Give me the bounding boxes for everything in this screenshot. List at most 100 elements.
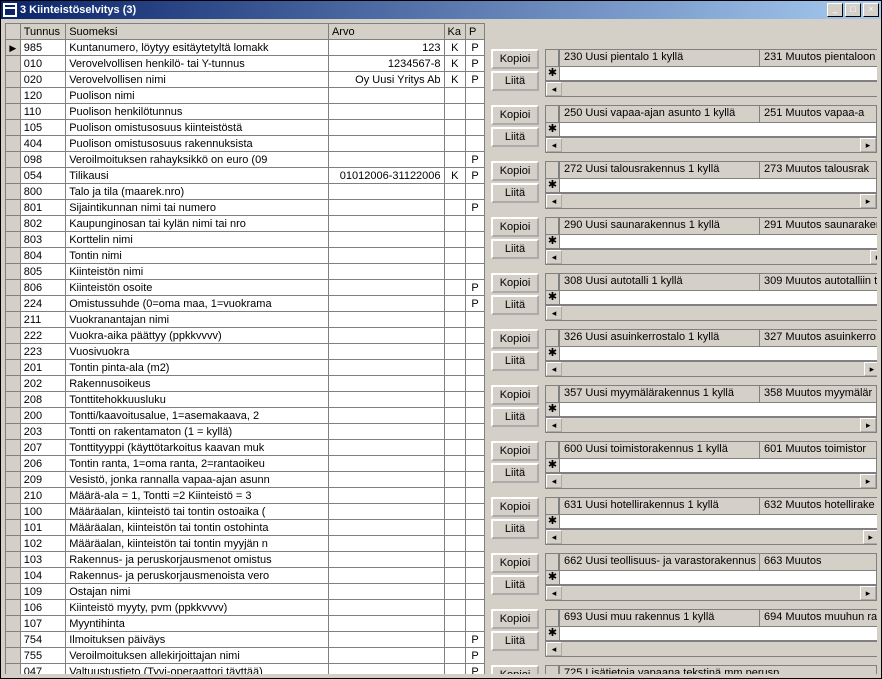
cell-p[interactable]: [466, 616, 485, 632]
section-col1[interactable]: 631 Uusi hotellirakennus 1 kyllä: [559, 497, 759, 515]
row-selector[interactable]: [6, 136, 21, 152]
new-row[interactable]: ✱: [545, 291, 877, 305]
cell-tunnus[interactable]: 202: [20, 376, 66, 392]
table-row[interactable]: 100Määräalan, kiinteistö tai tontin osto…: [6, 504, 485, 520]
cell-suomeksi[interactable]: Tontin ranta, 1=oma ranta, 2=rantaoikeu: [66, 456, 329, 472]
cell-arvo[interactable]: [328, 376, 444, 392]
cell-tunnus[interactable]: 206: [20, 456, 66, 472]
cell-p[interactable]: P: [466, 168, 485, 184]
table-row[interactable]: 404Puolison omistusosuus rakennuksista: [6, 136, 485, 152]
cell-p[interactable]: [466, 520, 485, 536]
col-suomeksi[interactable]: Suomeksi: [66, 24, 329, 40]
col-arvo[interactable]: Arvo: [328, 24, 444, 40]
cell-suomeksi[interactable]: Veroilmoituksen rahayksikkö on euro (09: [66, 152, 329, 168]
section-col2[interactable]: 291 Muutos saunaraken: [759, 217, 877, 235]
cell-k[interactable]: K: [444, 40, 466, 56]
table-row[interactable]: 801Sijaintikunnan nimi tai numeroP: [6, 200, 485, 216]
section-col1[interactable]: 230 Uusi pientalo 1 kyllä: [559, 49, 759, 67]
cell-tunnus[interactable]: 803: [20, 232, 66, 248]
cell-tunnus[interactable]: 110: [20, 104, 66, 120]
cell-arvo[interactable]: Oy Uusi Yritys Ab: [328, 72, 444, 88]
cell-k[interactable]: [444, 520, 466, 536]
new-row[interactable]: ✱: [545, 235, 877, 249]
horizontal-scrollbar[interactable]: ◂▸: [545, 585, 877, 601]
scroll-right-icon[interactable]: ▸: [860, 138, 876, 152]
table-row[interactable]: 803Korttelin nimi: [6, 232, 485, 248]
cell-suomeksi[interactable]: Kuntanumero, löytyy esitäytetyltä lomakk: [66, 40, 329, 56]
cell-tunnus[interactable]: 802: [20, 216, 66, 232]
cell-tunnus[interactable]: 109: [20, 584, 66, 600]
cell-k[interactable]: [444, 312, 466, 328]
cell-arvo[interactable]: [328, 312, 444, 328]
kopioi-button[interactable]: Kopioi: [491, 161, 539, 181]
cell-k[interactable]: [444, 456, 466, 472]
section-col2[interactable]: 327 Muutos asuinkerro: [759, 329, 877, 347]
cell-arvo[interactable]: [328, 232, 444, 248]
row-selector[interactable]: [6, 440, 21, 456]
cell-suomeksi[interactable]: Tilikausi: [66, 168, 329, 184]
cell-arvo[interactable]: 01012006-31122006: [328, 168, 444, 184]
cell-k[interactable]: [444, 408, 466, 424]
table-row[interactable]: 106Kiinteistö myyty, pvm (ppkkvvvv): [6, 600, 485, 616]
row-selector[interactable]: [6, 424, 21, 440]
cell-p[interactable]: [466, 232, 485, 248]
table-row[interactable]: 107Myyntihinta: [6, 616, 485, 632]
cell-k[interactable]: [444, 552, 466, 568]
cell-arvo[interactable]: [328, 424, 444, 440]
cell-p[interactable]: [466, 600, 485, 616]
cell-k[interactable]: [444, 440, 466, 456]
cell-k[interactable]: K: [444, 168, 466, 184]
cell-tunnus[interactable]: 010: [20, 56, 66, 72]
cell-tunnus[interactable]: 754: [20, 632, 66, 648]
cell-k[interactable]: [444, 648, 466, 664]
row-selector[interactable]: [6, 584, 21, 600]
table-row[interactable]: 203Tontti on rakentamaton (1 = kyllä): [6, 424, 485, 440]
row-selector[interactable]: [6, 56, 21, 72]
horizontal-scrollbar[interactable]: ◂▸: [545, 641, 877, 657]
col-p[interactable]: P: [466, 24, 485, 40]
table-row[interactable]: 109Ostajan nimi: [6, 584, 485, 600]
cell-arvo[interactable]: [328, 200, 444, 216]
cell-tunnus[interactable]: 211: [20, 312, 66, 328]
row-selector[interactable]: [6, 216, 21, 232]
cell-p[interactable]: P: [466, 200, 485, 216]
section-col2[interactable]: 694 Muutos muuhun rake: [759, 609, 877, 627]
new-row[interactable]: ✱: [545, 459, 877, 473]
table-row[interactable]: 101Määräalan, kiinteistön tai tontin ost…: [6, 520, 485, 536]
cell-p[interactable]: [466, 376, 485, 392]
section-col1[interactable]: 272 Uusi talousrakennus 1 kyllä: [559, 161, 759, 179]
cell-k[interactable]: [444, 216, 466, 232]
scroll-left-icon[interactable]: ◂: [546, 194, 562, 208]
cell-p[interactable]: P: [466, 632, 485, 648]
cell-arvo[interactable]: 1234567-8: [328, 56, 444, 72]
row-selector[interactable]: [6, 120, 21, 136]
section-col1[interactable]: 290 Uusi saunarakennus 1 kyllä: [559, 217, 759, 235]
cell-arvo[interactable]: [328, 552, 444, 568]
cell-arvo[interactable]: [328, 136, 444, 152]
new-row[interactable]: ✱: [545, 347, 877, 361]
cell-suomeksi[interactable]: Valtuustustieto (Tyvi-operaattori täyttä…: [66, 664, 329, 675]
row-selector[interactable]: [6, 600, 21, 616]
cell-p[interactable]: [466, 344, 485, 360]
horizontal-scrollbar[interactable]: ◂▸: [545, 361, 877, 377]
cell-p[interactable]: [466, 264, 485, 280]
liita-button[interactable]: Liitä: [491, 239, 539, 259]
liita-button[interactable]: Liitä: [491, 407, 539, 427]
section-col2[interactable]: 309 Muutos autotalliin tai ko: [759, 273, 877, 291]
scroll-left-icon[interactable]: ◂: [546, 362, 562, 376]
section-col2[interactable]: 358 Muutos myymälär: [759, 385, 877, 403]
cell-k[interactable]: [444, 424, 466, 440]
close-button[interactable]: ×: [863, 3, 879, 17]
cell-arvo[interactable]: [328, 104, 444, 120]
horizontal-scrollbar[interactable]: ◂▸: [545, 81, 877, 97]
cell-p[interactable]: [466, 552, 485, 568]
row-selector[interactable]: [6, 360, 21, 376]
cell-suomeksi[interactable]: Kiinteistön osoite: [66, 280, 329, 296]
horizontal-scrollbar[interactable]: ◂▸: [545, 193, 877, 209]
horizontal-scrollbar[interactable]: ◂▸: [545, 529, 877, 545]
table-row[interactable]: 010Verovelvollisen henkilö- tai Y-tunnus…: [6, 56, 485, 72]
cell-k[interactable]: [444, 392, 466, 408]
cell-suomeksi[interactable]: Veroilmoituksen allekirjoittajan nimi: [66, 648, 329, 664]
row-selector[interactable]: [6, 184, 21, 200]
row-selector[interactable]: [6, 264, 21, 280]
